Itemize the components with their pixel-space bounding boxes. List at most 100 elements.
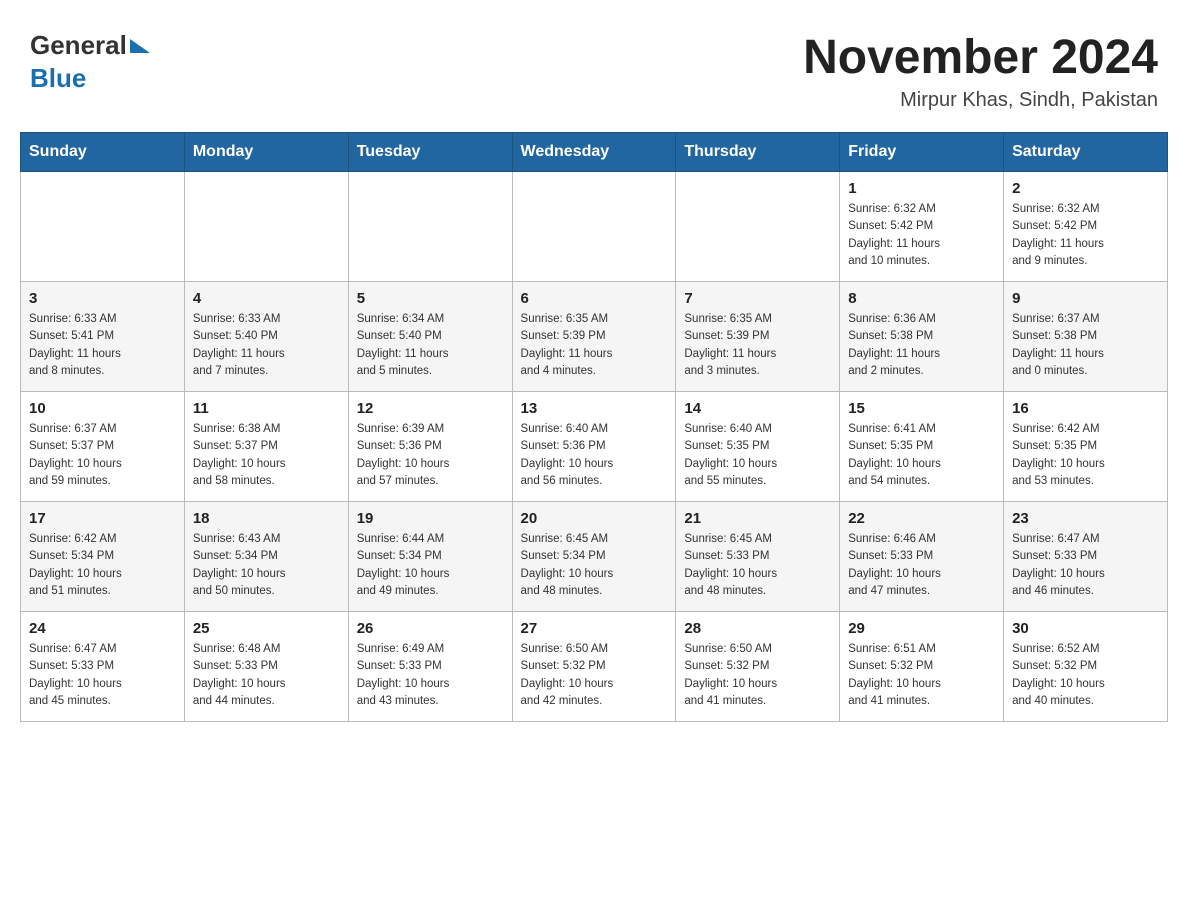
day-number: 30 [1012,620,1159,637]
page-header: General Blue November 2024 Mirpur Khas, … [20,20,1168,112]
calendar-day-header: Thursday [676,133,840,172]
calendar-day-header: Wednesday [512,133,676,172]
calendar-day-header: Friday [840,133,1004,172]
calendar-cell [676,172,840,282]
day-info: Sunrise: 6:40 AM Sunset: 5:36 PM Dayligh… [521,421,668,490]
day-info: Sunrise: 6:41 AM Sunset: 5:35 PM Dayligh… [848,421,995,490]
location-subtitle: Mirpur Khas, Sindh, Pakistan [803,89,1158,112]
day-number: 20 [521,510,668,527]
day-info: Sunrise: 6:48 AM Sunset: 5:33 PM Dayligh… [193,641,340,710]
calendar-cell: 23 Sunrise: 6:47 AM Sunset: 5:33 PM Dayli… [1004,502,1168,612]
calendar-week-row: 1 Sunrise: 6:32 AM Sunset: 5:42 PM Daylig… [21,172,1168,282]
calendar-cell: 30 Sunrise: 6:52 AM Sunset: 5:32 PM Dayli… [1004,612,1168,722]
day-info: Sunrise: 6:52 AM Sunset: 5:32 PM Dayligh… [1012,641,1159,710]
calendar-cell: 18 Sunrise: 6:43 AM Sunset: 5:34 PM Dayli… [184,502,348,612]
day-info: Sunrise: 6:50 AM Sunset: 5:32 PM Dayligh… [684,641,831,710]
day-info: Sunrise: 6:45 AM Sunset: 5:33 PM Dayligh… [684,531,831,600]
calendar-cell: 10Sunrise: 6:37 AM Sunset: 5:37 PM Dayli… [21,392,185,502]
calendar-cell [512,172,676,282]
day-number: 23 [1012,510,1159,527]
day-number: 13 [521,400,668,417]
day-number: 10 [29,400,176,417]
calendar-week-row: 24 Sunrise: 6:47 AM Sunset: 5:33 PM Dayli… [21,612,1168,722]
calendar-cell: 4Sunrise: 6:33 AM Sunset: 5:40 PM Daylig… [184,282,348,392]
calendar-cell: 14 Sunrise: 6:40 AM Sunset: 5:35 PM Dayli… [676,392,840,502]
day-info: Sunrise: 6:33 AM Sunset: 5:40 PM Dayligh… [193,311,340,380]
day-number: 24 [29,620,176,637]
day-number: 29 [848,620,995,637]
logo-general-text: General [30,30,127,61]
calendar-cell: 16 Sunrise: 6:42 AM Sunset: 5:35 PM Dayli… [1004,392,1168,502]
day-info: Sunrise: 6:44 AM Sunset: 5:34 PM Dayligh… [357,531,504,600]
day-number: 28 [684,620,831,637]
day-info: Sunrise: 6:50 AM Sunset: 5:32 PM Dayligh… [521,641,668,710]
calendar-cell: 28 Sunrise: 6:50 AM Sunset: 5:32 PM Dayli… [676,612,840,722]
calendar-cell: 27Sunrise: 6:50 AM Sunset: 5:32 PM Dayli… [512,612,676,722]
day-number: 25 [193,620,340,637]
calendar-cell: 21Sunrise: 6:45 AM Sunset: 5:33 PM Dayli… [676,502,840,612]
day-number: 8 [848,290,995,307]
day-number: 16 [1012,400,1159,417]
calendar-cell: 22 Sunrise: 6:46 AM Sunset: 5:33 PM Dayli… [840,502,1004,612]
day-info: Sunrise: 6:47 AM Sunset: 5:33 PM Dayligh… [29,641,176,710]
day-info: Sunrise: 6:51 AM Sunset: 5:32 PM Dayligh… [848,641,995,710]
day-info: Sunrise: 6:46 AM Sunset: 5:33 PM Dayligh… [848,531,995,600]
calendar-cell: 1Sunrise: 6:32 AM Sunset: 5:42 PM Daylig… [840,172,1004,282]
day-info: Sunrise: 6:43 AM Sunset: 5:34 PM Dayligh… [193,531,340,600]
calendar-cell: 26Sunrise: 6:49 AM Sunset: 5:33 PM Dayli… [348,612,512,722]
calendar-table: SundayMondayTuesdayWednesdayThursdayFrid… [20,132,1168,722]
day-number: 11 [193,400,340,417]
day-number: 15 [848,400,995,417]
title-block: November 2024 Mirpur Khas, Sindh, Pakist… [803,30,1158,112]
calendar-cell: 3Sunrise: 6:33 AM Sunset: 5:41 PM Daylig… [21,282,185,392]
day-info: Sunrise: 6:49 AM Sunset: 5:33 PM Dayligh… [357,641,504,710]
day-number: 7 [684,290,831,307]
day-info: Sunrise: 6:42 AM Sunset: 5:34 PM Dayligh… [29,531,176,600]
day-number: 1 [848,180,995,197]
day-number: 18 [193,510,340,527]
month-year-title: November 2024 [803,30,1158,85]
calendar-cell: 7 Sunrise: 6:35 AM Sunset: 5:39 PM Daylig… [676,282,840,392]
day-number: 22 [848,510,995,527]
day-number: 2 [1012,180,1159,197]
calendar-week-row: 17 Sunrise: 6:42 AM Sunset: 5:34 PM Dayli… [21,502,1168,612]
calendar-cell: 17 Sunrise: 6:42 AM Sunset: 5:34 PM Dayli… [21,502,185,612]
day-info: Sunrise: 6:34 AM Sunset: 5:40 PM Dayligh… [357,311,504,380]
calendar-week-row: 10Sunrise: 6:37 AM Sunset: 5:37 PM Dayli… [21,392,1168,502]
day-info: Sunrise: 6:47 AM Sunset: 5:33 PM Dayligh… [1012,531,1159,600]
calendar-cell: 15 Sunrise: 6:41 AM Sunset: 5:35 PM Dayli… [840,392,1004,502]
day-number: 17 [29,510,176,527]
day-number: 14 [684,400,831,417]
day-number: 9 [1012,290,1159,307]
day-info: Sunrise: 6:42 AM Sunset: 5:35 PM Dayligh… [1012,421,1159,490]
calendar-day-header: Saturday [1004,133,1168,172]
day-info: Sunrise: 6:35 AM Sunset: 5:39 PM Dayligh… [684,311,831,380]
calendar-cell: 19Sunrise: 6:44 AM Sunset: 5:34 PM Dayli… [348,502,512,612]
day-info: Sunrise: 6:38 AM Sunset: 5:37 PM Dayligh… [193,421,340,490]
day-info: Sunrise: 6:39 AM Sunset: 5:36 PM Dayligh… [357,421,504,490]
calendar-cell: 5Sunrise: 6:34 AM Sunset: 5:40 PM Daylig… [348,282,512,392]
calendar-cell [348,172,512,282]
calendar-day-header: Sunday [21,133,185,172]
calendar-cell: 6Sunrise: 6:35 AM Sunset: 5:39 PM Daylig… [512,282,676,392]
logo-arrow-icon [130,39,150,53]
calendar-cell: 12Sunrise: 6:39 AM Sunset: 5:36 PM Dayli… [348,392,512,502]
calendar-cell [21,172,185,282]
calendar-cell: 2 Sunrise: 6:32 AM Sunset: 5:42 PM Daylig… [1004,172,1168,282]
calendar-cell: 9 Sunrise: 6:37 AM Sunset: 5:38 PM Daylig… [1004,282,1168,392]
calendar-cell: 29 Sunrise: 6:51 AM Sunset: 5:32 PM Dayli… [840,612,1004,722]
calendar-cell: 8 Sunrise: 6:36 AM Sunset: 5:38 PM Daylig… [840,282,1004,392]
calendar-cell: 20Sunrise: 6:45 AM Sunset: 5:34 PM Dayli… [512,502,676,612]
day-info: Sunrise: 6:36 AM Sunset: 5:38 PM Dayligh… [848,311,995,380]
day-info: Sunrise: 6:33 AM Sunset: 5:41 PM Dayligh… [29,311,176,380]
calendar-cell: 11 Sunrise: 6:38 AM Sunset: 5:37 PM Dayli… [184,392,348,502]
calendar-week-row: 3Sunrise: 6:33 AM Sunset: 5:41 PM Daylig… [21,282,1168,392]
day-info: Sunrise: 6:32 AM Sunset: 5:42 PM Dayligh… [1012,201,1159,270]
calendar-cell: 13 Sunrise: 6:40 AM Sunset: 5:36 PM Dayli… [512,392,676,502]
day-info: Sunrise: 6:35 AM Sunset: 5:39 PM Dayligh… [521,311,668,380]
logo: General Blue [30,30,150,94]
day-info: Sunrise: 6:40 AM Sunset: 5:35 PM Dayligh… [684,421,831,490]
day-info: Sunrise: 6:37 AM Sunset: 5:38 PM Dayligh… [1012,311,1159,380]
calendar-cell: 25 Sunrise: 6:48 AM Sunset: 5:33 PM Dayli… [184,612,348,722]
calendar-header-row: SundayMondayTuesdayWednesdayThursdayFrid… [21,133,1168,172]
